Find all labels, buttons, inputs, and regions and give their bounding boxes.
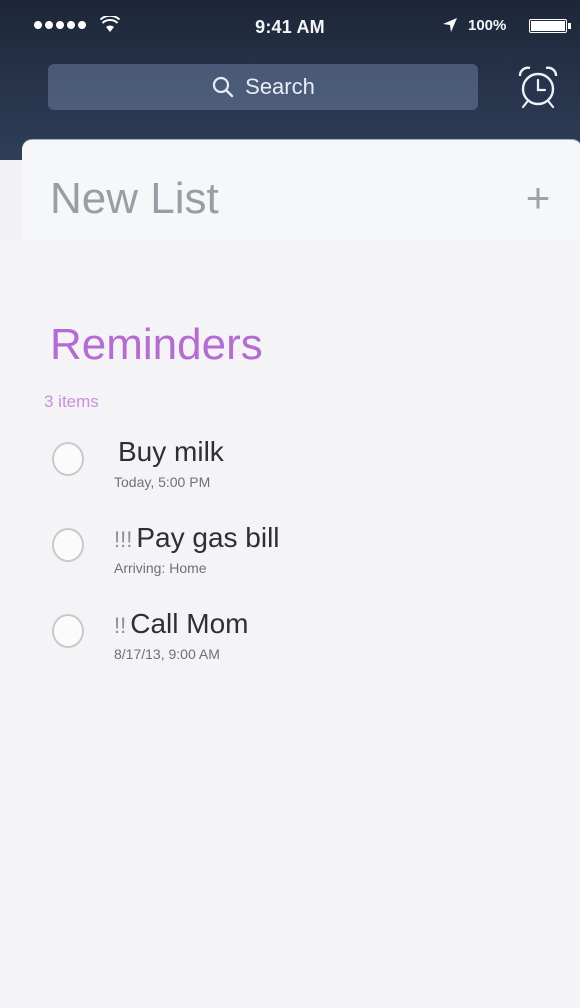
location-arrow-icon [443,18,457,32]
reminder-checkbox[interactable] [52,442,84,476]
reminder-checkbox[interactable] [52,528,84,562]
reminder-item[interactable]: !!! Pay gas bill Arriving: Home [0,522,580,606]
reminder-priority: !! [114,613,127,638]
reminder-title-text: Buy milk [118,436,224,467]
battery-percentage: 100% [468,17,507,34]
reminders-screen: 9:41 AM 100% Search New List + Reminders… [0,0,580,1008]
reminders-list-card: Reminders 3 items Buy milk Today, 5:00 P… [0,240,580,1008]
search-icon [213,76,234,98]
search-field[interactable]: Search [48,64,478,110]
new-list-title: New List [50,174,219,223]
new-list-card[interactable]: New List + [22,140,580,240]
header: 9:41 AM 100% Search [0,0,580,160]
reminder-title[interactable]: !! Call Mom [114,608,248,640]
list-title[interactable]: Reminders [50,320,263,370]
reminder-title[interactable]: Buy milk [114,436,224,468]
reminder-title[interactable]: !!! Pay gas bill [114,522,280,554]
alarm-clock-icon[interactable] [514,64,562,110]
reminder-item[interactable]: !! Call Mom 8/17/13, 9:00 AM [0,608,580,692]
reminder-item[interactable]: Buy milk Today, 5:00 PM [0,436,580,520]
reminder-location: Arriving: Home [114,560,207,576]
reminder-title-text: Call Mom [130,608,249,639]
battery-icon [529,19,571,33]
status-bar: 9:41 AM 100% [0,14,580,44]
search-placeholder: Search [245,74,315,99]
add-list-button[interactable]: + [518,177,558,219]
list-item-count: 3 items [44,392,99,411]
reminder-title-text: Pay gas bill [136,522,280,553]
reminder-priority: !!! [114,527,133,552]
reminder-checkbox[interactable] [52,614,84,648]
reminder-due: 8/17/13, 9:00 AM [114,646,220,662]
reminder-due: Today, 5:00 PM [114,474,211,490]
